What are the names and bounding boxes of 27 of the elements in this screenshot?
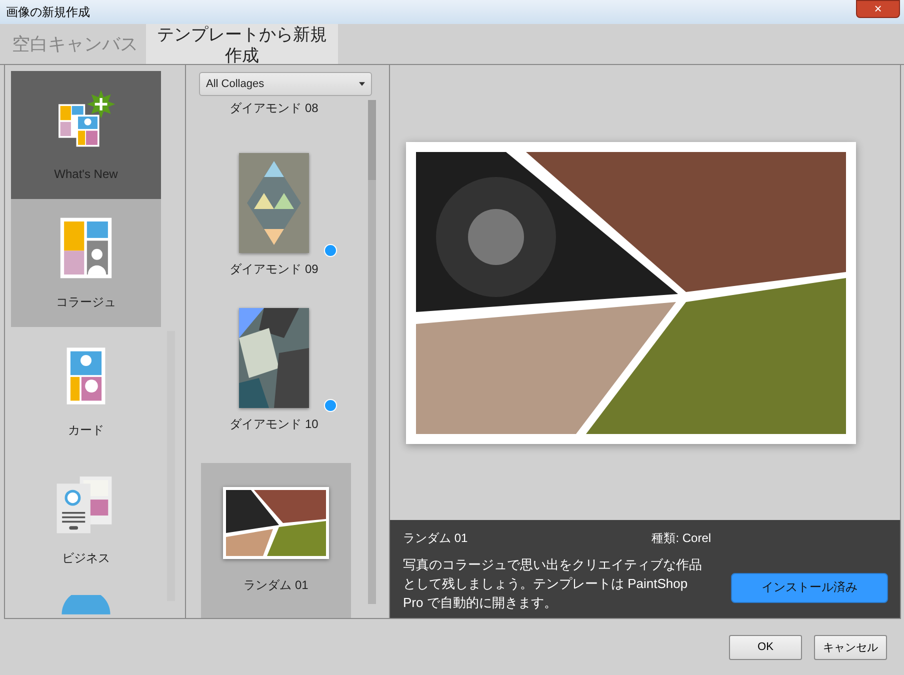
template-label: ランダム 01: [244, 577, 308, 594]
template-item[interactable]: ダイアモンド 08: [230, 100, 318, 117]
template-label: ダイアモンド 09: [230, 261, 318, 278]
window-title: 画像の新規作成: [6, 4, 90, 20]
category-item[interactable]: コラージュ: [11, 199, 161, 327]
installed-button[interactable]: インストール済み: [731, 572, 888, 602]
category-item[interactable]: ビジネス: [11, 455, 161, 583]
tab[interactable]: テンプレートから新規作成: [146, 24, 338, 64]
template-name: ランダム 01: [403, 530, 468, 547]
template-item[interactable]: ダイアモンド 10: [230, 308, 318, 433]
scrollbar[interactable]: [368, 100, 376, 604]
template-type: 種類: Corel: [652, 530, 712, 547]
template-description: 写真のコラージュで思い出をクリエイティブな作品として残しましょう。テンプレートは PaintShop Pro で自動的に開きます。: [403, 556, 703, 612]
category-label: ビジネス: [62, 550, 110, 566]
cancel-button[interactable]: キャンセル: [814, 634, 887, 660]
template-label: ダイアモンド 10: [230, 416, 318, 433]
category-label: コラージュ: [56, 294, 116, 310]
close-button[interactable]: ×: [856, 0, 900, 18]
scrollbar-thumb[interactable]: [368, 100, 376, 180]
filter-dropdown[interactable]: All Collages: [199, 72, 372, 96]
category-item[interactable]: カード: [11, 327, 161, 455]
ok-button[interactable]: OK: [729, 634, 802, 660]
category-label: カード: [68, 422, 104, 438]
template-item[interactable]: ダイアモンド 09: [230, 153, 318, 278]
template-item[interactable]: ランダム 01: [201, 463, 351, 618]
category-label: What's New: [54, 167, 118, 181]
caret-icon: [359, 82, 365, 86]
